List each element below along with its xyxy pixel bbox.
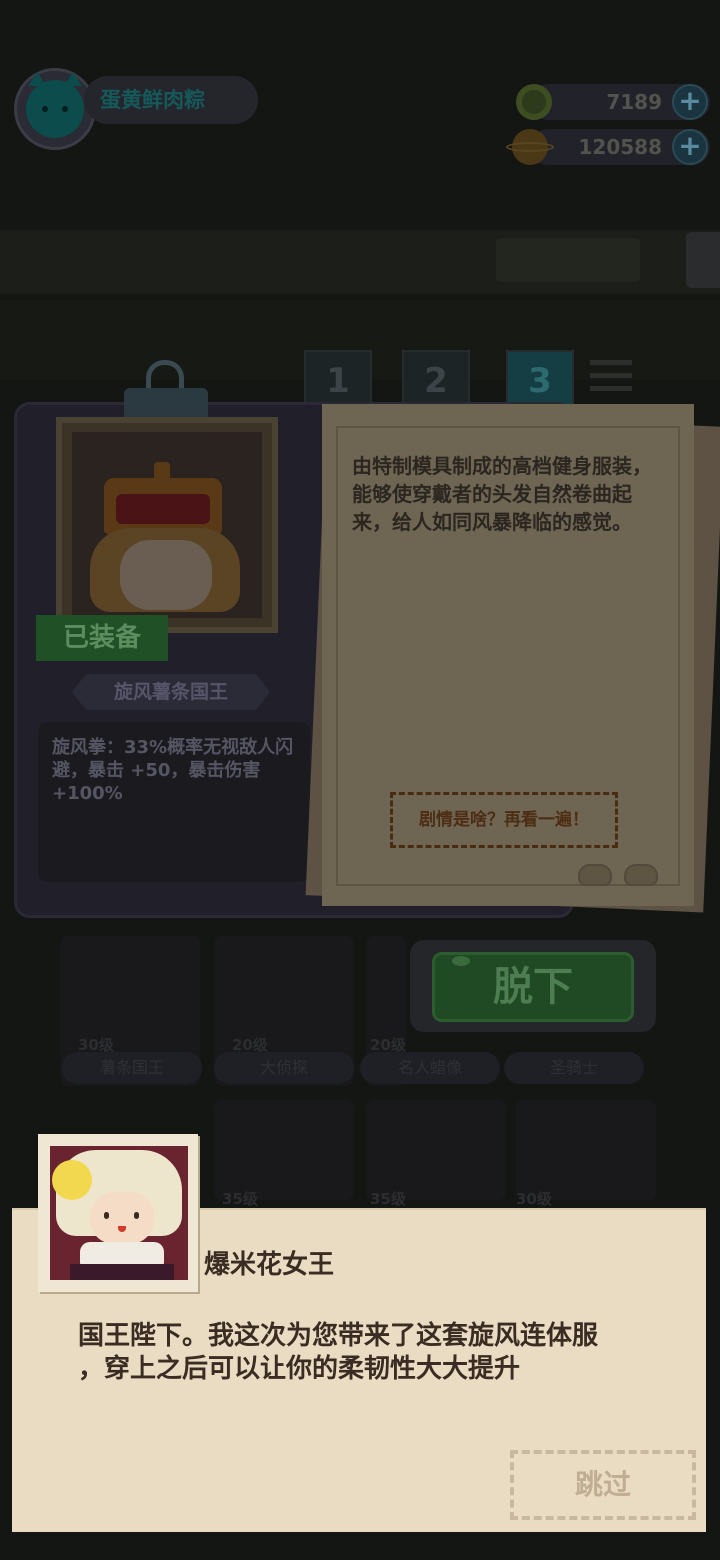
card-name: 薯条国王 (62, 1052, 202, 1084)
share-icon[interactable] (686, 232, 720, 288)
popcorn-puff (52, 1160, 92, 1200)
card-level: 35级 (370, 1190, 406, 1208)
menu-icon[interactable] (586, 356, 636, 396)
popcorn-queen-portrait (50, 1146, 188, 1280)
skip-button[interactable]: 跳过 (510, 1450, 696, 1520)
dialog-line-1: 国王陛下。我这次为您带来了这套旋风连体服 (78, 1321, 599, 1351)
tab-2[interactable]: 2 (402, 350, 470, 410)
card-name: 圣骑士 (504, 1052, 644, 1084)
tab-1[interactable]: 1 (304, 350, 372, 410)
add-planet-button[interactable]: + (672, 129, 708, 165)
skill-description: 旋风拳：33%概率无视敌人闪避，暴击 +50，暴击伤害 +100% (52, 737, 294, 804)
add-donut-button[interactable]: + (672, 84, 708, 120)
dialog-line-2: ，穿上之后可以让你的柔韧性大大提升 (78, 1354, 521, 1384)
speaker-name: 爆米花女王 (204, 1250, 335, 1280)
outfit-portrait (72, 432, 262, 618)
planet-ring (506, 142, 554, 152)
card-name: 大侦探 (214, 1052, 354, 1084)
queen-face (90, 1192, 154, 1244)
player-name: 蛋黄鲜肉粽 (84, 76, 258, 124)
mini-cat-icon-2 (624, 864, 658, 886)
replay-story-button[interactable]: 剧情是啥？再看一遍！ (390, 792, 618, 848)
outfit-card[interactable] (214, 1100, 354, 1200)
outfit-description: 由特制模具制成的高档健身服装，能够使穿戴者的头发自然卷曲起来，给人如同风暴降临的… (352, 454, 652, 534)
ribbon-right (256, 674, 270, 710)
card-name: 名人蜡像 (360, 1052, 500, 1084)
face (120, 540, 212, 610)
card-level: 30级 (516, 1190, 552, 1208)
queen-dress (70, 1264, 174, 1280)
tab-3[interactable]: 3 (506, 350, 574, 410)
background-sign (496, 238, 640, 282)
outfit-card[interactable] (516, 1100, 656, 1200)
mini-cat-icon (578, 864, 612, 886)
ribbon-left (72, 674, 86, 710)
cat-avatar-icon (26, 72, 84, 138)
outfit-card[interactable] (366, 1100, 506, 1200)
equipped-badge: 已装备 (36, 615, 168, 661)
button-shine (452, 956, 470, 966)
outfit-name: 旋风薯条国王 (86, 674, 256, 710)
card-level: 35级 (222, 1190, 258, 1208)
dialog-text: 国王陛下。我这次为您带来了这套旋风连体服 ，穿上之后可以让你的柔韧性大大提升 (78, 1320, 658, 1386)
crown-icon (104, 462, 222, 534)
donut-coin-icon (516, 84, 552, 120)
